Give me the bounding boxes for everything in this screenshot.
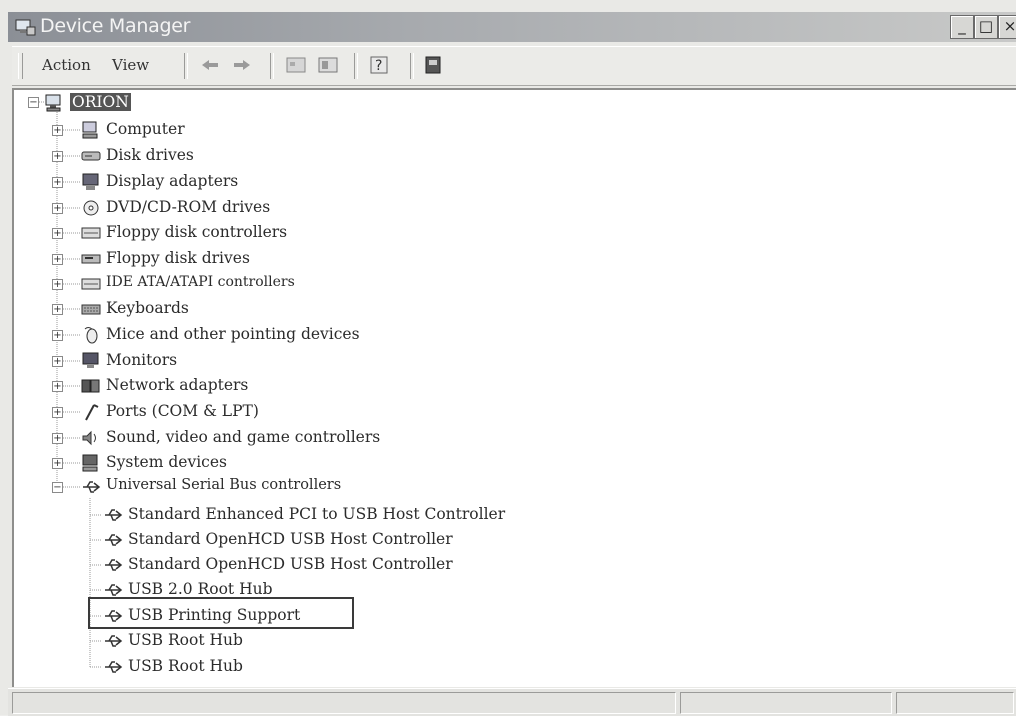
- category-label: IDE ATA/ATAPI controllers: [106, 274, 295, 290]
- category-label: Ports (COM & LPT): [106, 402, 259, 420]
- maximize-button[interactable]: □: [974, 15, 998, 39]
- expand-toggle[interactable]: +: [52, 381, 63, 392]
- category-label: Floppy disk controllers: [106, 223, 288, 241]
- category-label: System devices: [106, 453, 227, 471]
- toolbar-separator: [410, 53, 414, 79]
- back-icon[interactable]: [198, 54, 222, 76]
- device-label: Standard Enhanced PCI to USB Host Contro…: [128, 505, 506, 523]
- show-hide-icon[interactable]: [316, 54, 340, 76]
- category-label: Sound, video and game controllers: [106, 428, 381, 446]
- scan-hardware-icon[interactable]: [422, 54, 446, 76]
- expand-toggle[interactable]: +: [52, 304, 63, 315]
- category-label: Monitors: [106, 351, 178, 369]
- usb-icon: [80, 477, 102, 497]
- status-panel: [680, 692, 892, 714]
- collapse-toggle[interactable]: −: [52, 482, 63, 493]
- usb-icon: [102, 505, 124, 525]
- keyboard-icon: [80, 299, 102, 319]
- menu-toolbar: Action View ?: [12, 46, 1016, 86]
- expand-toggle[interactable]: +: [52, 151, 63, 162]
- category-label: Display adapters: [106, 172, 239, 190]
- title-bar[interactable]: Device Manager _ □ ×: [8, 12, 1016, 42]
- category-label: DVD/CD-ROM drives: [106, 198, 271, 216]
- close-button[interactable]: ×: [998, 15, 1016, 39]
- toolbar-separator: [354, 53, 358, 79]
- device-label: Standard OpenHCD USB Host Controller: [128, 530, 453, 548]
- sound-icon: [80, 428, 102, 448]
- cdrom-icon: [80, 198, 102, 218]
- controller-icon: [80, 274, 102, 294]
- expand-toggle[interactable]: +: [52, 433, 63, 444]
- usb-icon: [102, 555, 124, 575]
- expand-toggle[interactable]: +: [52, 458, 63, 469]
- device-label: Standard OpenHCD USB Host Controller: [128, 555, 453, 573]
- controller-icon: [80, 223, 102, 243]
- system-device-icon: [80, 453, 102, 473]
- computer-icon: [44, 93, 66, 113]
- computer-icon: [80, 120, 102, 140]
- toolbar-separator: [270, 53, 274, 79]
- collapse-toggle[interactable]: −: [28, 97, 39, 108]
- device-manager-window: Device Manager _ □ × Action View ? − ORI…: [0, 0, 1016, 716]
- properties-icon[interactable]: [284, 54, 308, 76]
- mouse-icon: [80, 325, 102, 345]
- category-label: Disk drives: [106, 146, 194, 164]
- window-title: Device Manager: [40, 15, 191, 37]
- monitor-icon: [80, 351, 102, 371]
- tree-root-label: ORION: [70, 93, 131, 111]
- floppy-drive-icon: [80, 249, 102, 269]
- expand-toggle[interactable]: +: [52, 356, 63, 367]
- help-icon[interactable]: ?: [368, 54, 392, 76]
- status-panel-main: [12, 692, 676, 714]
- device-label: USB 2.0 Root Hub: [128, 580, 273, 598]
- category-label: Keyboards: [106, 299, 189, 317]
- expand-toggle[interactable]: +: [52, 177, 63, 188]
- category-label: Universal Serial Bus controllers: [106, 477, 342, 493]
- toolbar-separator: [184, 53, 188, 79]
- category-label: Network adapters: [106, 376, 249, 394]
- highlight-box: [88, 597, 354, 629]
- expand-toggle[interactable]: +: [52, 203, 63, 214]
- usb-icon: [102, 657, 124, 677]
- expand-toggle[interactable]: +: [52, 228, 63, 239]
- display-adapter-icon: [80, 172, 102, 192]
- status-panel: [896, 692, 1014, 714]
- forward-icon[interactable]: [230, 54, 254, 76]
- port-icon: [80, 402, 102, 422]
- expand-toggle[interactable]: +: [52, 330, 63, 341]
- category-label: Mice and other pointing devices: [106, 325, 360, 343]
- device-manager-icon: [14, 18, 36, 36]
- device-label: USB Root Hub: [128, 631, 243, 649]
- category-label: Computer: [106, 120, 185, 138]
- expand-toggle[interactable]: +: [52, 407, 63, 418]
- network-adapter-icon: [80, 376, 102, 396]
- expand-toggle[interactable]: +: [52, 254, 63, 265]
- usb-icon: [102, 631, 124, 651]
- expand-toggle[interactable]: +: [52, 125, 63, 136]
- svg-text:?: ?: [375, 58, 382, 74]
- expand-toggle[interactable]: +: [52, 279, 63, 290]
- menu-action[interactable]: Action: [42, 56, 91, 74]
- minimize-button[interactable]: _: [950, 15, 974, 39]
- usb-icon: [102, 530, 124, 550]
- toolbar-grip[interactable]: [18, 53, 23, 79]
- disk-drive-icon: [80, 146, 102, 166]
- device-label: USB Root Hub: [128, 657, 243, 675]
- category-label: Floppy disk drives: [106, 249, 250, 267]
- status-bar: [8, 688, 1016, 716]
- menu-view[interactable]: View: [112, 56, 149, 74]
